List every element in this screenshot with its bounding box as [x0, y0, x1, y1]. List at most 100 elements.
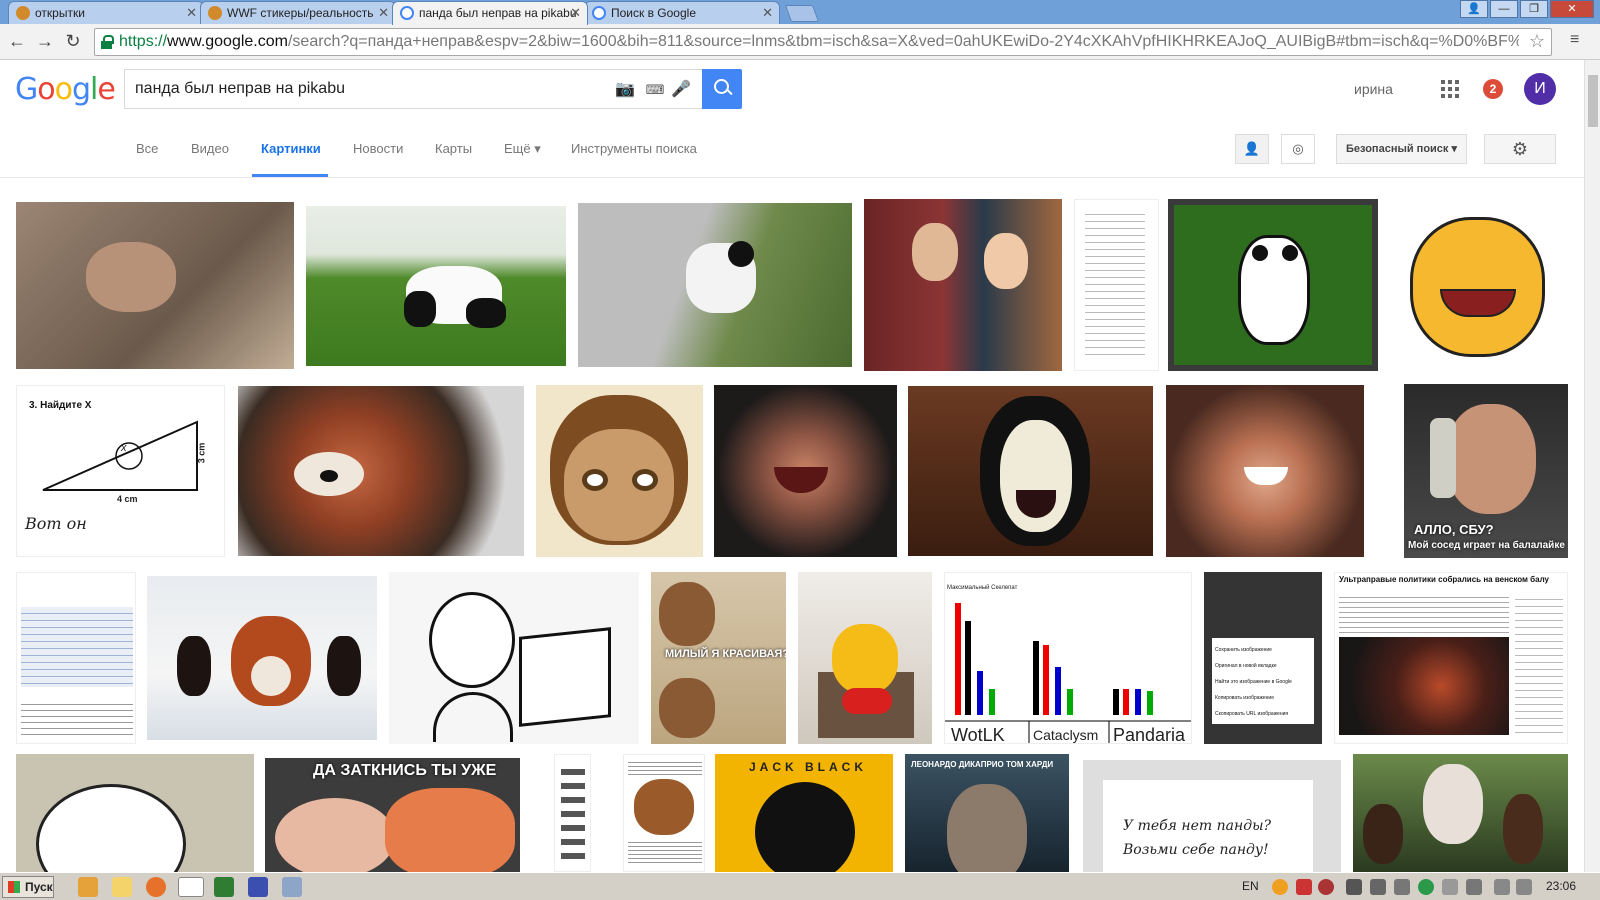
new-tab-button[interactable] [784, 5, 820, 22]
image-result[interactable] [1166, 385, 1364, 557]
tab-label: панда был неправ на pikabu [419, 6, 577, 20]
image-result[interactable]: АЛЛО, СБУ? Мой сосед играет на балалайке [1404, 384, 1568, 558]
apps-grid-icon[interactable] [1441, 80, 1459, 98]
wow-chart-image[interactable]: Максимальный Скелепат WotLK Cataclysm Pa… [944, 572, 1192, 744]
image-result[interactable] [908, 386, 1153, 556]
image-result[interactable]: У тебя нет панды? Возьми себе панду! [1083, 760, 1341, 872]
tray-icon[interactable] [1516, 879, 1532, 895]
tab-maps[interactable]: Карты [435, 141, 472, 156]
chrome-taskbar-button[interactable] [178, 877, 204, 897]
tray-icon[interactable] [1272, 879, 1288, 895]
tab-google-search[interactable]: Поиск в Google ✕ [584, 1, 780, 24]
google-logo[interactable]: Google [15, 72, 116, 107]
user-name[interactable]: ирина [1354, 81, 1393, 97]
scrollbar-thumb[interactable] [1588, 75, 1598, 127]
tray-icon[interactable] [1418, 879, 1434, 895]
tray-icon[interactable] [1296, 879, 1312, 895]
tab-wwf[interactable]: WWF стикеры/реальность ✕ [200, 1, 396, 24]
camera-icon[interactable]: 📷 [615, 80, 635, 100]
image-result[interactable] [238, 386, 524, 556]
image-result[interactable] [389, 572, 639, 744]
user-icon[interactable]: 👤 [1460, 0, 1488, 18]
back-arrow-icon[interactable]: ← [6, 30, 28, 52]
image-result[interactable] [306, 206, 566, 366]
close-icon[interactable]: ✕ [378, 2, 389, 24]
image-result[interactable]: МИЛЫЙ Я КРАСИВАЯ? [651, 572, 786, 744]
image-result[interactable]: ЛЕОНАРДО ДИКАПРИО ТОМ ХАРДИ [905, 754, 1069, 872]
tab-all[interactable]: Все [136, 141, 158, 156]
close-window-button[interactable]: ✕ [1550, 0, 1594, 18]
close-icon[interactable]: ✕ [186, 2, 197, 24]
address-bar[interactable]: https://www.google.com/search?q=панда+не… [94, 28, 1552, 56]
volume-icon[interactable] [1370, 879, 1386, 895]
firefox-icon[interactable] [146, 877, 166, 897]
tab-news[interactable]: Новости [353, 141, 403, 156]
tray-icon[interactable] [1494, 879, 1510, 895]
start-button[interactable]: Пуск [2, 876, 54, 898]
personal-results-icon[interactable]: 👤 [1235, 134, 1269, 164]
tab-more[interactable]: Ещё ▾ [504, 141, 541, 157]
image-result[interactable] [16, 202, 294, 369]
globe-icon[interactable]: ◎ [1281, 134, 1315, 164]
image-result[interactable] [623, 754, 705, 872]
close-icon[interactable]: ✕ [570, 2, 581, 24]
url-text[interactable]: https://www.google.com/search?q=панда+не… [119, 33, 1519, 51]
close-icon[interactable]: ✕ [762, 2, 773, 24]
image-result[interactable] [1168, 199, 1378, 371]
image-result[interactable] [714, 385, 897, 557]
image-result[interactable] [1353, 754, 1568, 872]
microphone-icon[interactable]: 🎤 [671, 80, 691, 100]
notifications-badge[interactable]: 2 [1483, 79, 1503, 99]
language-indicator[interactable]: EN [1242, 879, 1259, 893]
search-input[interactable]: панда был неправ на pikabu [135, 80, 345, 98]
menu-icon[interactable]: ≡ [1570, 32, 1586, 48]
forward-arrow-icon[interactable]: → [34, 30, 56, 52]
search-box[interactable]: панда был неправ на pikabu 📷 ⌨ 🎤 [124, 69, 702, 109]
image-result[interactable] [798, 572, 932, 744]
save-icon[interactable] [248, 877, 268, 897]
image-result[interactable]: 3. Найдите Х x 4 cm 3 cm Вот он [16, 385, 225, 557]
tray-icon[interactable] [1318, 879, 1334, 895]
network-icon[interactable] [1466, 879, 1482, 895]
minimize-button[interactable]: — [1490, 0, 1518, 18]
monitor-icon[interactable] [1346, 879, 1362, 895]
image-result[interactable] [1390, 199, 1568, 371]
scrollbar[interactable] [1584, 60, 1600, 872]
avatar[interactable]: И [1524, 73, 1556, 105]
tab-video[interactable]: Видео [191, 141, 229, 156]
image-result[interactable]: ДА ЗАТКНИСЬ ТЫ УЖЕ [265, 758, 520, 872]
safe-search-dropdown[interactable]: Безопасный поиск ▾ [1336, 134, 1467, 164]
image-result[interactable] [16, 572, 136, 744]
image-result[interactable]: JACK BLACK [715, 754, 893, 872]
context-menu-item: Сохранить изображение [1215, 647, 1272, 653]
active-tab-indicator [252, 174, 328, 177]
phone-caption: АЛЛО, СБУ? [1414, 522, 1494, 537]
reload-icon[interactable]: ↻ [62, 30, 84, 52]
image-result[interactable] [864, 199, 1062, 371]
image-result[interactable] [147, 576, 377, 740]
tray-icon[interactable] [1442, 879, 1458, 895]
keyboard-icon[interactable]: ⌨ [645, 80, 665, 100]
image-result[interactable] [536, 385, 703, 557]
image-results-grid: 3. Найдите Х x 4 cm 3 cm Вот он АЛЛО, СБ… [0, 179, 1600, 872]
image-result[interactable]: Ультраправые политики собрались на венск… [1334, 572, 1568, 744]
image-result[interactable] [578, 203, 852, 367]
folder-icon[interactable] [112, 877, 132, 897]
excel-icon[interactable] [214, 877, 234, 897]
tab-search-tools[interactable]: Инструменты поиска [571, 141, 697, 156]
image-result[interactable] [16, 754, 254, 872]
tab-images[interactable]: Картинки [261, 141, 321, 156]
maximize-button[interactable]: ❐ [1520, 0, 1548, 18]
tray-icon[interactable] [1394, 879, 1410, 895]
image-result[interactable] [1074, 199, 1159, 371]
tab-otkrytki[interactable]: открытки ✕ [8, 1, 204, 24]
quicklaunch-icon[interactable] [78, 877, 98, 897]
image-result[interactable]: Сохранить изображение Оригинал в новой в… [1204, 572, 1322, 744]
gear-icon[interactable]: ⚙ [1484, 134, 1556, 164]
app-icon[interactable] [282, 877, 302, 897]
search-button[interactable] [702, 69, 742, 109]
context-menu: Сохранить изображение Оригинал в новой в… [1212, 638, 1314, 724]
bookmark-star-icon[interactable]: ☆ [1529, 31, 1545, 52]
image-result[interactable] [554, 754, 591, 872]
tab-panda[interactable]: панда был неправ на pikabu ✕ [392, 1, 588, 25]
